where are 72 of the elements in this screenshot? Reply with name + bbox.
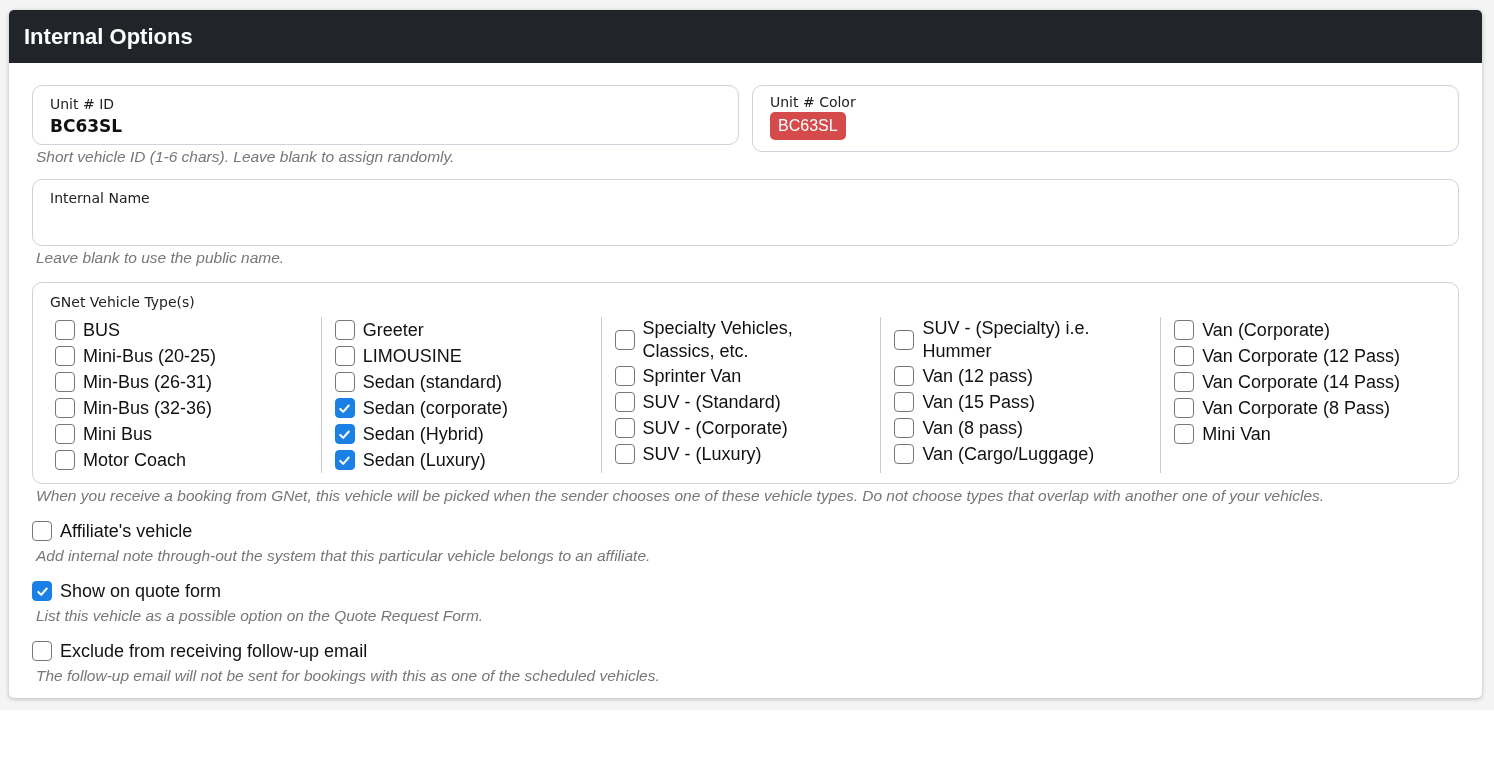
checkbox-label[interactable]: Greeter: [362, 318, 424, 342]
checkbox[interactable]: [55, 372, 75, 392]
checkbox-label[interactable]: Sprinter Van: [642, 364, 742, 388]
checkbox-label[interactable]: Van Corporate (8 Pass): [1202, 396, 1390, 420]
checkbox-label[interactable]: Sedan (corporate): [362, 396, 508, 420]
panel-title: Internal Options: [24, 23, 193, 50]
checkbox-label[interactable]: Show on quote form: [60, 579, 222, 603]
checkbox-label[interactable]: Mini Van: [1202, 422, 1271, 446]
checkbox-label[interactable]: Exclude from receiving follow-up email: [60, 639, 368, 663]
checkbox[interactable]: [614, 392, 635, 412]
checkbox[interactable]: [55, 398, 75, 418]
checkbox-label[interactable]: SUV - (Luxury): [642, 442, 762, 466]
help-text: The follow-up email will not be sent for bookings with this as one of the scheduled vehicles.: [35, 666, 661, 686]
checkbox[interactable]: [614, 366, 635, 386]
unit-color-field[interactable]: Unit # Color BC63SL: [752, 85, 1459, 152]
checkbox-label[interactable]: Sedan (Luxury): [362, 448, 486, 472]
checkbox[interactable]: [32, 581, 52, 601]
checkbox[interactable]: [894, 444, 915, 464]
checkbox-label[interactable]: Motor Coach: [83, 448, 187, 472]
checkbox[interactable]: [1174, 372, 1195, 392]
checkbox[interactable]: [614, 418, 635, 438]
checkbox[interactable]: [55, 450, 75, 470]
checkbox-label[interactable]: Specialty Vehicles, Classics, etc.: [642, 317, 865, 363]
checkbox-label[interactable]: Mini Bus: [83, 422, 153, 446]
checkbox[interactable]: [1174, 320, 1195, 340]
checkbox[interactable]: [894, 366, 915, 386]
checkbox[interactable]: [894, 418, 915, 438]
checkbox-label[interactable]: Van (Corporate): [1202, 318, 1330, 342]
checkbox-label[interactable]: Van Corporate (14 Pass): [1202, 370, 1400, 394]
checkbox-label[interactable]: Min-Bus (26-31): [83, 370, 213, 394]
checkbox[interactable]: [1174, 424, 1195, 444]
checkbox[interactable]: [894, 330, 915, 350]
help-text: Short vehicle ID (1-6 chars). Leave blank to assign randomly.: [35, 147, 456, 167]
checkbox-label[interactable]: SUV - (Standard): [642, 390, 781, 414]
checkbox[interactable]: [55, 346, 75, 366]
checkbox[interactable]: [32, 641, 52, 661]
checkbox[interactable]: [334, 398, 355, 418]
checkbox-label[interactable]: SUV - (Specialty) i.e. Hummer: [922, 317, 1145, 363]
help-text: Add internal note through-out the system that this particular vehicle belongs to an affiliate.: [34, 546, 652, 566]
checkbox-label[interactable]: LIMOUSINE: [362, 344, 462, 368]
checkbox-label[interactable]: Affiliate's vehicle: [60, 519, 193, 543]
checkbox-label[interactable]: Van (8 pass): [922, 416, 1024, 440]
checkbox-label[interactable]: Sedan (Hybrid): [362, 422, 484, 446]
checkbox[interactable]: [334, 346, 355, 366]
checkbox[interactable]: [334, 424, 355, 444]
checkbox-label[interactable]: Van (12 pass): [922, 364, 1034, 388]
checkbox-label[interactable]: Min-Bus (32-36): [83, 396, 213, 420]
checkbox[interactable]: [1174, 346, 1195, 366]
checkbox-label[interactable]: SUV - (Corporate): [642, 416, 788, 440]
checkbox-label[interactable]: Van (Cargo/Luggage): [922, 442, 1095, 466]
checkbox[interactable]: [55, 424, 75, 444]
checkbox[interactable]: [334, 372, 355, 392]
internal-name-field[interactable]: Internal Name: [32, 179, 1459, 246]
help-text: Leave blank to use the public name.: [35, 248, 286, 268]
help-text: List this vehicle as a possible option on the Quote Request Form.: [35, 606, 485, 626]
color-badge: BC63SL: [770, 112, 846, 140]
unit-id-field[interactable]: Unit # ID BC63SL: [32, 85, 739, 145]
checkbox-label[interactable]: Sedan (standard): [362, 370, 502, 394]
checkbox-label[interactable]: Mini-Bus (20-25): [83, 344, 217, 368]
checkbox-label[interactable]: BUS: [83, 318, 120, 342]
checkbox[interactable]: [614, 330, 635, 350]
checkbox-label[interactable]: Van Corporate (12 Pass): [1202, 344, 1400, 368]
checkbox[interactable]: [1174, 398, 1195, 418]
checkbox-label[interactable]: Van (15 Pass): [922, 390, 1036, 414]
checkbox[interactable]: [32, 521, 52, 541]
checkbox[interactable]: [55, 320, 75, 340]
checkbox[interactable]: [334, 320, 355, 340]
checkbox[interactable]: [894, 392, 915, 412]
checkbox[interactable]: [334, 450, 355, 470]
checkbox[interactable]: [614, 444, 635, 464]
help-text: When you receive a booking from GNet, this vehicle will be picked when the sender chooses one of these vehicle types. Do not choose types that overlap with another one of your vehicles.: [35, 486, 1326, 506]
group-label: GNet Vehicle Type(s): [50, 294, 195, 310]
